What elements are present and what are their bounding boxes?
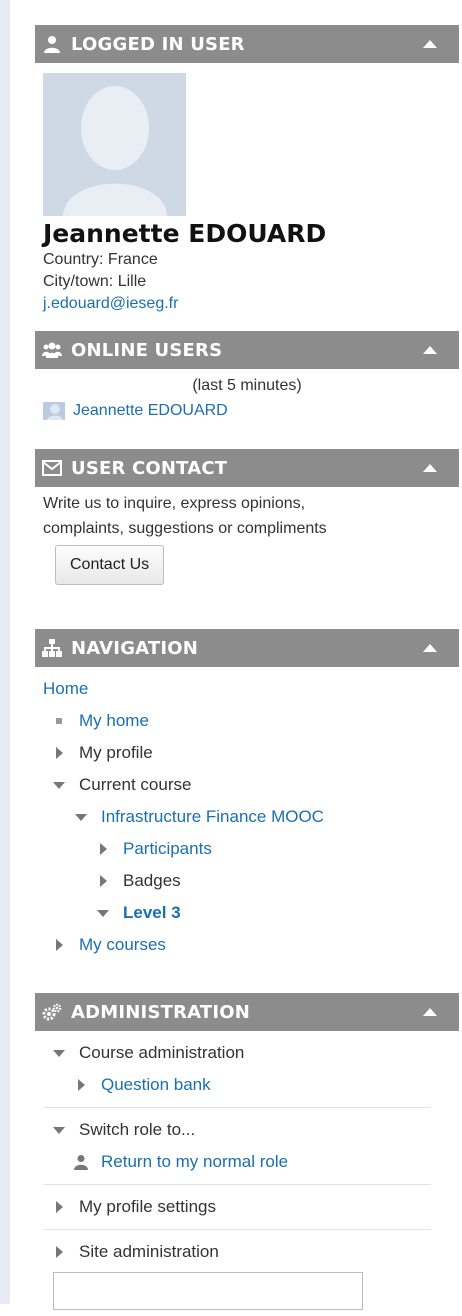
nav-course-link[interactable]: Infrastructure Finance MOOC bbox=[101, 807, 324, 827]
nav-label: My profile bbox=[79, 743, 153, 762]
nav-label: Course administration bbox=[79, 1043, 245, 1062]
nav-home-link[interactable]: Home bbox=[43, 679, 88, 699]
collapse-arrow-icon bbox=[97, 909, 109, 917]
admin-switch-role[interactable]: Switch role to... bbox=[43, 1114, 451, 1146]
expand-arrow-icon bbox=[55, 747, 63, 759]
admin-search-input[interactable] bbox=[53, 1272, 363, 1310]
online-users-body: (last 5 minutes) Jeannette EDOUARD bbox=[35, 369, 459, 449]
nav-label: Switch role to... bbox=[79, 1120, 196, 1139]
nav-my-home-link[interactable]: My home bbox=[79, 711, 149, 731]
envelope-icon bbox=[42, 458, 62, 478]
expand-arrow-icon bbox=[55, 1246, 63, 1258]
divider bbox=[43, 1184, 431, 1185]
user-fullname: Jeannette EDOUARD bbox=[43, 219, 327, 248]
sidebar-column: LOGGED IN USER Jeannette EDOUARD Country… bbox=[35, 25, 459, 1316]
mini-avatar-icon bbox=[43, 402, 65, 420]
administration-body: Course administration Question bank Swit… bbox=[35, 1031, 459, 1316]
expand-arrow-icon bbox=[99, 875, 107, 887]
block-title: LOGGED IN USER bbox=[71, 33, 245, 55]
block-title: USER CONTACT bbox=[71, 457, 228, 479]
question-bank-link[interactable]: Question bank bbox=[101, 1075, 211, 1095]
block-title: NAVIGATION bbox=[71, 637, 199, 659]
nav-my-courses[interactable]: My courses bbox=[43, 929, 451, 961]
administration-header: ADMINISTRATION bbox=[35, 993, 459, 1031]
nav-participants-link[interactable]: Participants bbox=[123, 839, 212, 859]
nav-current-course[interactable]: Current course bbox=[43, 769, 451, 801]
nav-my-profile[interactable]: My profile bbox=[43, 737, 451, 769]
contact-text-line: complaints, suggestions or compliments bbox=[43, 520, 327, 537]
user-country: Country: France bbox=[43, 251, 158, 268]
collapse-icon[interactable] bbox=[423, 644, 437, 652]
expand-arrow-icon bbox=[55, 939, 63, 951]
contact-text-line: Write us to inquire, express opinions, bbox=[43, 495, 306, 512]
collapse-arrow-icon bbox=[53, 1049, 65, 1057]
block-title: ONLINE USERS bbox=[71, 339, 223, 361]
collapse-arrow-icon bbox=[53, 781, 65, 789]
nav-level-link[interactable]: Level 3 bbox=[123, 903, 181, 923]
admin-profile-settings[interactable]: My profile settings bbox=[43, 1191, 451, 1223]
divider bbox=[43, 1229, 431, 1230]
left-rail bbox=[0, 0, 10, 1304]
contact-us-button[interactable]: Contact Us bbox=[55, 545, 165, 585]
expand-arrow-icon bbox=[55, 1201, 63, 1213]
collapse-icon[interactable] bbox=[423, 1008, 437, 1016]
online-user-link[interactable]: Jeannette EDOUARD bbox=[73, 399, 228, 423]
admin-course-administration[interactable]: Course administration bbox=[43, 1037, 451, 1069]
divider bbox=[43, 1107, 431, 1108]
user-icon bbox=[42, 34, 62, 54]
collapse-icon[interactable] bbox=[423, 40, 437, 48]
collapse-icon[interactable] bbox=[423, 346, 437, 354]
block-title: ADMINISTRATION bbox=[71, 1001, 251, 1023]
online-subtitle: (last 5 minutes) bbox=[192, 377, 302, 394]
collapse-arrow-icon bbox=[75, 813, 87, 821]
navigation-header: NAVIGATION bbox=[35, 629, 459, 667]
user-contact-header: USER CONTACT bbox=[35, 449, 459, 487]
admin-site-administration[interactable]: Site administration bbox=[43, 1236, 451, 1268]
user-city: City/town: Lille bbox=[43, 273, 147, 290]
return-role-link[interactable]: Return to my normal role bbox=[101, 1152, 288, 1172]
collapse-arrow-icon bbox=[53, 1126, 65, 1134]
logged-in-user-body: Jeannette EDOUARD Country: France City/t… bbox=[35, 63, 459, 331]
users-group-icon bbox=[42, 340, 62, 360]
nav-label: Badges bbox=[123, 871, 181, 890]
bullet-icon bbox=[56, 718, 62, 724]
online-users-header: ONLINE USERS bbox=[35, 331, 459, 369]
nav-label: Site administration bbox=[79, 1242, 219, 1261]
navigation-body: Home My home My profile Current course I… bbox=[35, 667, 459, 993]
person-icon bbox=[73, 1154, 89, 1170]
user-email-link[interactable]: j.edouard@ieseg.fr bbox=[43, 295, 178, 312]
collapse-icon[interactable] bbox=[423, 464, 437, 472]
gears-icon bbox=[42, 1002, 62, 1022]
avatar bbox=[43, 73, 186, 216]
nav-my-courses-link[interactable]: My courses bbox=[79, 935, 166, 955]
nav-badges[interactable]: Badges bbox=[43, 865, 451, 897]
logged-in-user-header: LOGGED IN USER bbox=[35, 25, 459, 63]
nav-label: My profile settings bbox=[79, 1197, 216, 1216]
user-contact-body: Write us to inquire, express opinions, c… bbox=[35, 487, 459, 629]
sitemap-icon bbox=[42, 638, 62, 658]
expand-arrow-icon bbox=[99, 843, 107, 855]
nav-label: Current course bbox=[79, 775, 192, 794]
expand-arrow-icon bbox=[77, 1079, 85, 1091]
list-item[interactable]: Jeannette EDOUARD bbox=[43, 399, 451, 423]
